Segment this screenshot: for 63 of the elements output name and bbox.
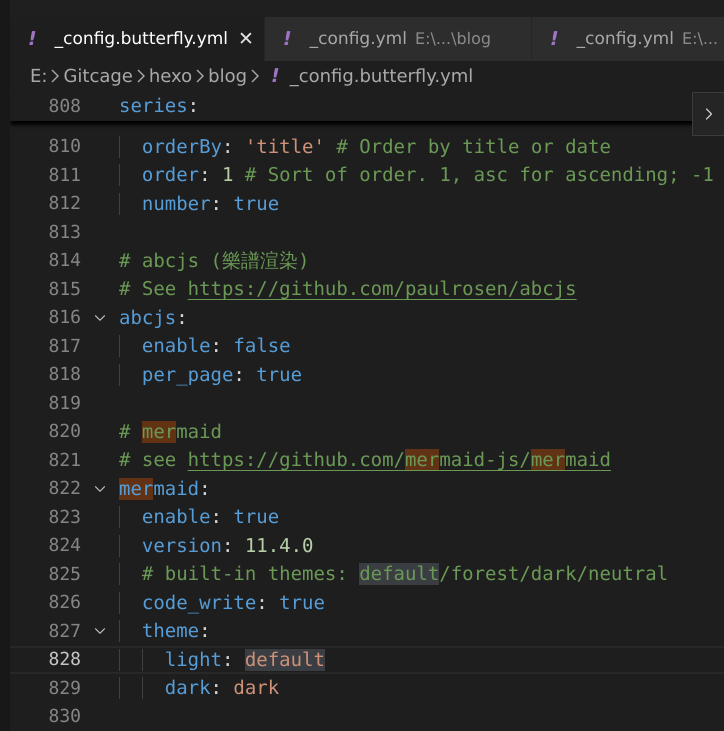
line-number: 829 bbox=[47, 678, 81, 699]
line-number: 819 bbox=[47, 392, 81, 414]
tab-path: E:\... bbox=[682, 29, 718, 48]
code-line: enable: true bbox=[119, 506, 280, 528]
code-line: enable: false bbox=[119, 335, 291, 358]
code-line: # see https://github.com/mermaid-js/mermaid bbox=[119, 449, 611, 472]
code-line: orderBy: 'title' # Order by title or date bbox=[119, 136, 611, 158]
line-number: 828 bbox=[47, 649, 81, 670]
editor-tab[interactable]: ! _config.yml E:\... bbox=[532, 16, 724, 61]
yaml-file-icon: ! bbox=[283, 28, 292, 50]
yaml-file-icon: ! bbox=[28, 28, 37, 50]
code-line: number: true bbox=[119, 192, 280, 215]
chevron-right-icon bbox=[251, 69, 260, 84]
code-line: # built-in themes: default/forest/dark/neutral bbox=[119, 563, 668, 586]
line-number: 816 bbox=[47, 307, 81, 328]
code-line: mermaid: bbox=[119, 478, 211, 500]
line-number: 813 bbox=[47, 222, 81, 243]
code-line: # See https://github.com/paulrosen/abcjs bbox=[119, 278, 577, 300]
code-line: code_write: true bbox=[119, 592, 325, 614]
code-line: abcjs: bbox=[119, 306, 188, 329]
yaml-file-icon: ! bbox=[271, 65, 280, 88]
line-number: 810 bbox=[47, 136, 81, 158]
line-number: 830 bbox=[47, 706, 81, 728]
line-number: 826 bbox=[47, 592, 81, 614]
line-number: 811 bbox=[47, 164, 81, 186]
breadcrumb-item[interactable]: E: bbox=[30, 66, 48, 87]
code-line: order: 1 # Sort of order. 1, asc for ascending; -1 bbox=[119, 164, 714, 186]
breadcrumb-item[interactable]: _config.butterfly.yml bbox=[290, 66, 474, 87]
code-line: version: 11.4.0 bbox=[119, 534, 314, 557]
code-line: dark: dark bbox=[119, 677, 280, 700]
breadcrumb-item[interactable]: hexo bbox=[148, 66, 192, 87]
line-number: 822 bbox=[47, 478, 81, 500]
code-line: theme: bbox=[119, 620, 211, 642]
line-number: 824 bbox=[47, 535, 81, 556]
editor-tab[interactable]: ! _config.butterfly.yml ✕ bbox=[10, 16, 265, 61]
breadcrumb-item[interactable]: Gitcage bbox=[63, 66, 133, 87]
line-number: 818 bbox=[47, 364, 81, 386]
line-number: 823 bbox=[47, 506, 81, 528]
line-number: 814 bbox=[47, 250, 81, 272]
yaml-file-icon: ! bbox=[550, 28, 559, 50]
chevron-right-icon bbox=[196, 69, 204, 84]
breadcrumb-item[interactable]: blog bbox=[208, 66, 248, 87]
code-line: # mermaid bbox=[119, 420, 222, 443]
chevron-right-icon bbox=[136, 69, 145, 84]
line-number: 808 bbox=[47, 96, 81, 117]
editor-tab[interactable]: ! _config.yml E:\...\blog bbox=[265, 16, 532, 61]
line-number: 815 bbox=[47, 278, 81, 300]
code-line: light: default bbox=[119, 648, 325, 671]
code-line: # abcjs (樂譜渲染) bbox=[119, 248, 310, 274]
line-number: 821 bbox=[47, 450, 81, 471]
line-number: 817 bbox=[47, 336, 81, 357]
tab-path: E:\...\blog bbox=[414, 29, 492, 48]
line-number: 812 bbox=[47, 193, 81, 214]
tab-label: _config.yml bbox=[310, 28, 407, 49]
line-number: 820 bbox=[47, 421, 81, 442]
line-number: 827 bbox=[47, 620, 81, 642]
chevron-right-icon bbox=[51, 69, 60, 84]
code-line: series: bbox=[119, 95, 200, 118]
line-number: 825 bbox=[47, 564, 81, 585]
close-tab-button[interactable]: ✕ bbox=[238, 28, 254, 50]
tab-label: _config.butterfly.yml bbox=[54, 28, 228, 49]
tab-label: _config.yml bbox=[576, 28, 674, 49]
code-line: per_page: true bbox=[119, 364, 302, 386]
